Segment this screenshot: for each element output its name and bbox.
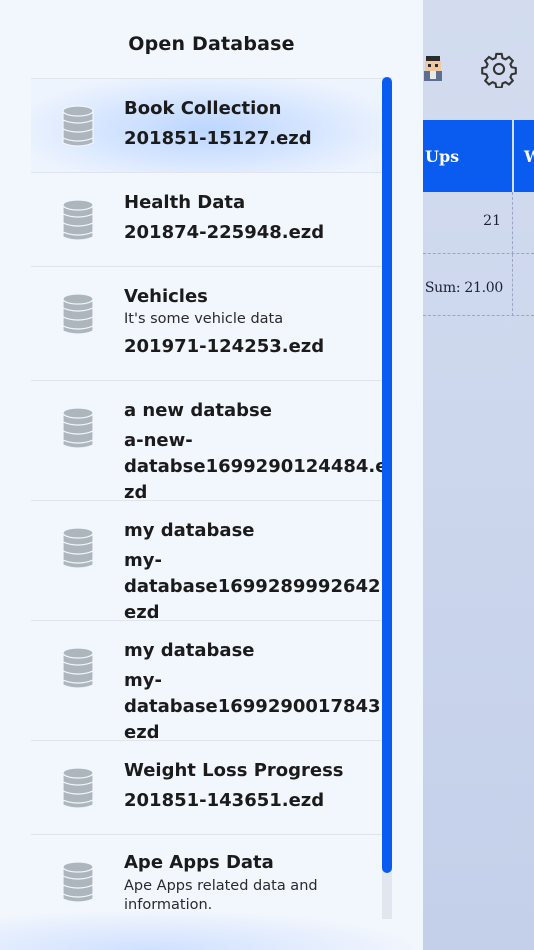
- database-icon: [62, 527, 94, 569]
- database-item[interactable]: Vehicles It's some vehicle data 201971-1…: [31, 266, 382, 380]
- database-filename: my- database1699290017843.ezd: [124, 670, 388, 743]
- database-item[interactable]: my database my- database1699290017843.ez…: [31, 620, 387, 743]
- column-header-ups[interactable]: Ups: [423, 147, 514, 166]
- database-icon: [62, 105, 94, 147]
- database-item[interactable]: Health Data 201874-225948.ezd: [31, 172, 382, 266]
- table-cell[interactable]: 21: [423, 213, 501, 229]
- database-filename: a-new- databse1699290124484.ezd: [124, 430, 388, 503]
- database-item[interactable]: Weight Loss Progress 201851-143651.ezd: [31, 740, 382, 834]
- column-divider: [512, 254, 513, 316]
- database-name: my database: [124, 640, 255, 661]
- database-name: Book Collection: [124, 98, 282, 119]
- database-icon: [62, 199, 94, 241]
- database-icon: [62, 647, 94, 689]
- column-header-w[interactable]: W: [524, 147, 534, 166]
- bottom-glow: [0, 910, 423, 950]
- data-table: Ups W 21 Sum: 21.00: [423, 120, 534, 316]
- open-database-drawer: Open Database Book Collection 201851-151…: [0, 0, 423, 950]
- database-item[interactable]: Book Collection 201851-15127.ezd: [31, 78, 382, 172]
- table-header: Ups W: [423, 120, 534, 192]
- database-icon: [62, 407, 94, 449]
- scrollbar-thumb[interactable]: [382, 77, 392, 873]
- column-divider: [512, 192, 513, 254]
- database-filename: 201971-124253.ezd: [124, 336, 325, 357]
- database-filename: 201874-225948.ezd: [124, 222, 325, 243]
- sum-cell: Sum: 21.00: [424, 280, 503, 296]
- database-name: Ape Apps Data: [124, 852, 274, 873]
- database-icon: [62, 293, 94, 335]
- row-divider: [423, 315, 534, 316]
- database-filename: 201851-143651.ezd: [124, 790, 325, 811]
- column-divider: [512, 120, 514, 192]
- table-row[interactable]: 21: [423, 192, 534, 254]
- drawer-title: Open Database: [128, 33, 295, 55]
- table-sum-row: Sum: 21.00: [423, 254, 534, 316]
- database-name: Weight Loss Progress: [124, 760, 344, 781]
- avatar-icon[interactable]: [420, 54, 446, 84]
- database-name: a new databse: [124, 400, 272, 421]
- database-name: my database: [124, 520, 255, 541]
- database-list: Book Collection 201851-15127.ezd Health …: [31, 78, 387, 934]
- database-filename: 201851-15127.ezd: [124, 128, 312, 149]
- database-filename: my- database1699289992642.ezd: [124, 550, 388, 623]
- database-description: It's some vehicle data: [124, 311, 284, 327]
- gear-icon[interactable]: [480, 50, 518, 88]
- database-item[interactable]: a new databse a-new- databse169929012448…: [31, 380, 387, 503]
- database-icon: [62, 767, 94, 809]
- database-name: Vehicles: [124, 286, 208, 307]
- database-icon: [62, 861, 94, 903]
- database-item[interactable]: my database my- database1699289992642.ez…: [31, 500, 387, 623]
- database-name: Health Data: [124, 192, 246, 213]
